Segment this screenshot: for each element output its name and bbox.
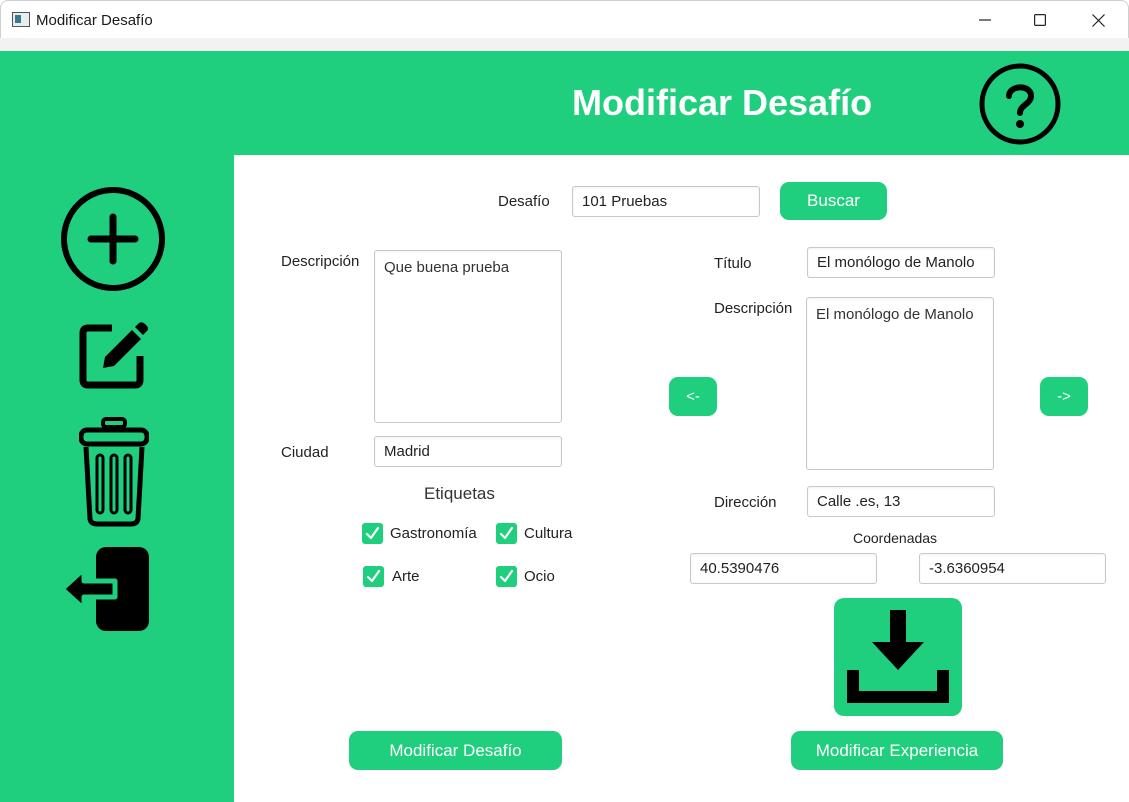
maximize-button[interactable]: [1011, 1, 1069, 39]
minimize-icon: [979, 19, 991, 21]
experience-description-textarea[interactable]: El monólogo de Manolo: [806, 297, 994, 470]
menu-gap: [0, 38, 1129, 51]
tag-checkbox-gastronomia[interactable]: [362, 523, 383, 544]
coordinates-label: Coordenadas: [853, 530, 938, 546]
address-input[interactable]: Calle .es, 13: [807, 486, 995, 517]
page-title: Modificar Desafío: [572, 82, 873, 123]
plus-circle-icon: [61, 187, 165, 291]
app-icon: [12, 12, 30, 27]
checkmark-icon: [365, 526, 380, 540]
title-bar: Modificar Desafío: [0, 0, 1129, 38]
checkmark-icon: [499, 569, 514, 583]
tag-label-gastronomia: Gastronomía: [390, 525, 477, 542]
tag-label-ocio: Ocio: [524, 568, 555, 585]
challenge-description-textarea[interactable]: Que buena prueba: [374, 250, 562, 423]
checkmark-icon: [366, 569, 381, 583]
close-icon: [1091, 13, 1105, 27]
challenge-description-label: Descripción: [281, 253, 360, 270]
search-button[interactable]: Buscar: [780, 182, 887, 220]
tag-checkbox-arte[interactable]: [363, 566, 384, 587]
search-label: Desafío: [498, 193, 550, 210]
window-title: Modificar Desafío: [36, 12, 153, 29]
checkmark-icon: [499, 526, 514, 540]
experience-description-label: Descripción: [714, 300, 793, 317]
tag-checkbox-cultura[interactable]: [496, 523, 517, 544]
next-experience-button[interactable]: ->: [1040, 377, 1088, 416]
tag-checkbox-ocio[interactable]: [496, 566, 517, 587]
minimize-button[interactable]: [956, 1, 1014, 39]
tag-label-arte: Arte: [392, 568, 420, 585]
question-circle-icon: [979, 63, 1061, 145]
download-icon: [847, 610, 949, 703]
tags-title: Etiquetas: [424, 484, 495, 503]
prev-experience-button[interactable]: <-: [669, 377, 717, 416]
edit-icon: [79, 322, 148, 389]
modify-challenge-button[interactable]: Modificar Desafío: [349, 731, 562, 770]
address-label: Dirección: [714, 494, 777, 511]
tag-label-cultura: Cultura: [524, 525, 573, 542]
trash-icon: [78, 417, 150, 527]
longitude-input[interactable]: -3.6360954: [919, 553, 1106, 584]
city-input[interactable]: Madrid: [374, 436, 562, 467]
maximize-icon: [1034, 14, 1046, 26]
sidebar-item-edit[interactable]: [78, 320, 150, 390]
modify-experience-button[interactable]: Modificar Experiencia: [791, 731, 1003, 770]
search-input[interactable]: 101 Pruebas: [572, 186, 760, 217]
logout-icon: [59, 547, 149, 631]
close-button[interactable]: [1069, 1, 1127, 39]
sidebar-item-delete[interactable]: [78, 417, 150, 527]
latitude-input[interactable]: 40.5390476: [690, 553, 877, 584]
save-download-button[interactable]: [834, 598, 962, 716]
experience-title-input[interactable]: El monólogo de Manolo: [807, 247, 995, 278]
experience-title-label: Título: [714, 255, 752, 272]
help-button[interactable]: [978, 62, 1062, 146]
sidebar-item-add[interactable]: [59, 185, 167, 293]
sidebar-item-exit[interactable]: [59, 547, 150, 631]
city-label: Ciudad: [281, 444, 329, 461]
